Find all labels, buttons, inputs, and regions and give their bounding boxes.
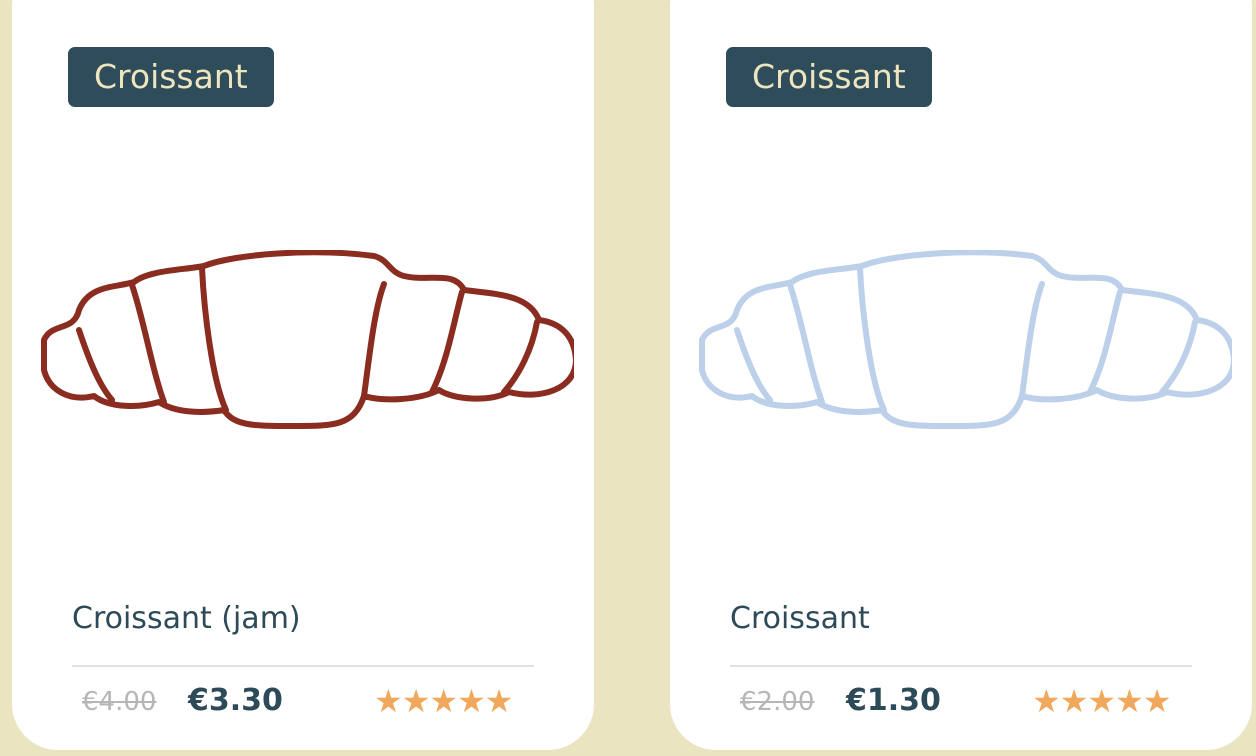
croissant-icon (41, 250, 574, 429)
category-badge: Croissant (726, 47, 932, 107)
product-card[interactable]: Croissant Croissant (jam) €4.00 €3.30 ★★… (12, 0, 594, 750)
current-price: €3.30 (188, 683, 283, 718)
star-rating: ★★★★★ (374, 682, 513, 720)
product-title[interactable]: Croissant (jam) (72, 601, 301, 636)
old-price: €2.00 (740, 687, 815, 717)
old-price: €4.00 (82, 687, 157, 717)
divider (72, 665, 534, 667)
category-badge: Croissant (68, 47, 274, 107)
star-rating: ★★★★★ (1032, 682, 1171, 720)
product-card[interactable]: Croissant Croissant €2.00 €1.30 ★★★★★ (670, 0, 1252, 750)
current-price: €1.30 (846, 683, 941, 718)
croissant-icon (699, 250, 1232, 429)
product-title[interactable]: Croissant (730, 601, 870, 636)
divider (730, 665, 1192, 667)
